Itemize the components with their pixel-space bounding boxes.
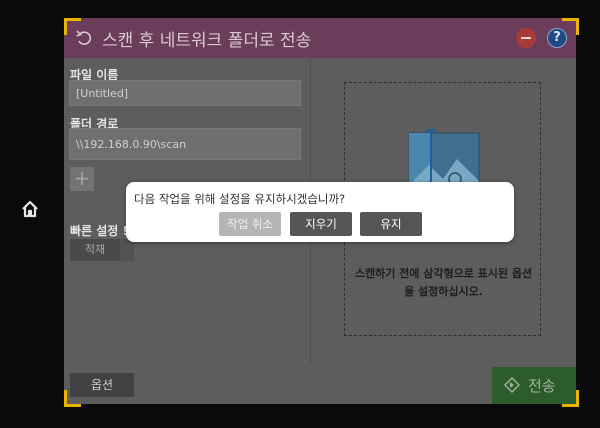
focus-corner-top-left <box>64 18 81 35</box>
add-folder-button[interactable]: + <box>70 167 94 191</box>
title-bar: 스캔 후 네트워크 폴더로 전송 ? <box>64 18 576 58</box>
home-button[interactable] <box>20 199 40 219</box>
quick-settings-label: 빠른 설정 ! <box>70 224 128 238</box>
focus-corner-bottom-right <box>562 390 579 407</box>
folder-path-field[interactable]: \\192.168.0.90\scan <box>69 128 301 160</box>
file-name-field[interactable]: [Untitled] <box>69 80 301 106</box>
home-icon <box>22 200 38 218</box>
dialog-message: 다음 작업을 위해 설정을 유지하시겠습니까? <box>134 192 346 206</box>
clear-button[interactable]: 지우기 <box>290 212 352 236</box>
quick-settings-tab-stack[interactable]: 적재 <box>70 239 120 261</box>
page-title: 스캔 후 네트워크 폴더로 전송 <box>102 31 312 51</box>
keep-settings-dialog: 다음 작업을 위해 설정을 유지하시겠습니까? 작업 취소 지우기 유지 <box>126 182 514 242</box>
keep-button[interactable]: 유지 <box>360 212 422 236</box>
send-label: 전송 <box>528 377 556 395</box>
bottom-bar: 옵션 전송 <box>64 364 576 404</box>
stop-icon[interactable] <box>516 28 536 48</box>
focus-corner-top-right <box>562 18 579 35</box>
diamond-start-icon <box>504 377 520 393</box>
quick-settings-tab-next[interactable] <box>120 239 134 261</box>
preview-hint-text: 스캔하기 전에 삼각형으로 표시된 옵션을 설정하십시오. <box>354 267 533 298</box>
cancel-job-button[interactable]: 작업 취소 <box>219 212 281 236</box>
focus-corner-bottom-left <box>64 390 81 407</box>
